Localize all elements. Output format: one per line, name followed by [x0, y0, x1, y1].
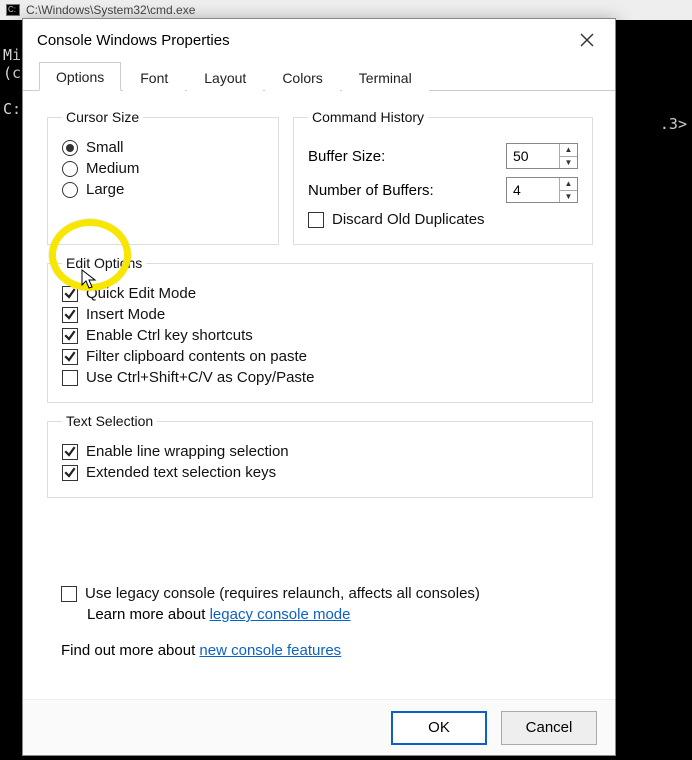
spinner-up-icon[interactable]: ▲ — [560, 144, 577, 157]
checkbox-icon — [62, 465, 78, 481]
legacy-console-link[interactable]: legacy console mode — [210, 606, 351, 623]
checkbox-label: Filter clipboard contents on paste — [86, 348, 307, 365]
radio-label: Large — [86, 181, 124, 198]
ctrl-shift-cv-checkbox[interactable]: Use Ctrl+Shift+C/V as Copy/Paste — [62, 369, 578, 386]
findout-prefix: Find out more about — [61, 642, 199, 659]
buffer-size-input[interactable] — [507, 144, 559, 168]
text-selection-legend: Text Selection — [62, 413, 157, 429]
properties-dialog: Console Windows Properties Options Font … — [22, 18, 616, 756]
checkbox-icon — [308, 212, 324, 228]
insert-mode-checkbox[interactable]: Insert Mode — [62, 306, 578, 323]
edit-options-group: Edit Options Quick Edit Mode Insert Mode… — [47, 255, 593, 403]
console-titlebar: C: C:\Windows\System32\cmd.exe — [0, 0, 692, 20]
command-history-group: Command History Buffer Size: ▲ ▼ Number … — [293, 109, 593, 245]
num-buffers-spinner[interactable]: ▲ ▼ — [506, 177, 578, 203]
console-title: C:\Windows\System32\cmd.exe — [26, 3, 195, 17]
quick-edit-mode-checkbox[interactable]: Quick Edit Mode — [62, 285, 578, 302]
tab-terminal[interactable]: Terminal — [342, 63, 429, 91]
checkbox-label: Insert Mode — [86, 306, 165, 323]
radio-icon — [62, 182, 78, 198]
tab-options[interactable]: Options — [39, 62, 121, 91]
radio-icon — [62, 161, 78, 177]
radio-label: Small — [86, 139, 124, 156]
checkbox-icon — [61, 586, 77, 602]
radio-label: Medium — [86, 160, 139, 177]
line-wrapping-checkbox[interactable]: Enable line wrapping selection — [62, 443, 578, 460]
cmd-icon: C: — [6, 4, 20, 16]
checkbox-label: Discard Old Duplicates — [332, 211, 485, 228]
discard-duplicates-checkbox[interactable]: Discard Old Duplicates — [308, 211, 578, 228]
checkbox-icon — [62, 328, 78, 344]
options-tab-content: Cursor Size Small Medium Large Command H… — [23, 91, 615, 699]
close-icon — [580, 33, 594, 47]
checkbox-icon — [62, 444, 78, 460]
command-history-legend: Command History — [308, 109, 428, 125]
tab-layout[interactable]: Layout — [187, 63, 263, 91]
dialog-title: Console Windows Properties — [37, 32, 230, 49]
spinner-down-icon[interactable]: ▼ — [560, 191, 577, 203]
legacy-console-checkbox[interactable]: Use legacy console (requires relaunch, a… — [61, 585, 581, 602]
checkbox-label: Enable Ctrl key shortcuts — [86, 327, 253, 344]
checkbox-icon — [62, 286, 78, 302]
new-console-features-link[interactable]: new console features — [199, 642, 341, 659]
ctrl-shortcuts-checkbox[interactable]: Enable Ctrl key shortcuts — [62, 327, 578, 344]
spinner-up-icon[interactable]: ▲ — [560, 178, 577, 191]
cursor-size-group: Cursor Size Small Medium Large — [47, 109, 279, 245]
console-prompt-fragment: .3> — [660, 115, 687, 133]
num-buffers-label: Number of Buffers: — [308, 182, 434, 199]
cursor-size-legend: Cursor Size — [62, 109, 143, 125]
tab-font[interactable]: Font — [123, 63, 185, 91]
checkbox-icon — [62, 307, 78, 323]
text-selection-group: Text Selection Enable line wrapping sele… — [47, 413, 593, 498]
checkbox-label: Extended text selection keys — [86, 464, 276, 481]
extended-selection-checkbox[interactable]: Extended text selection keys — [62, 464, 578, 481]
learn-more-prefix: Learn more about — [87, 606, 210, 623]
cursor-size-medium[interactable]: Medium — [62, 160, 264, 177]
dialog-button-bar: OK Cancel — [23, 699, 615, 755]
legacy-console-block: Use legacy console (requires relaunch, a… — [61, 581, 581, 623]
num-buffers-input[interactable] — [507, 178, 559, 202]
buffer-size-spinner[interactable]: ▲ ▼ — [506, 143, 578, 169]
tab-colors[interactable]: Colors — [265, 63, 339, 91]
checkbox-label: Use legacy console (requires relaunch, a… — [85, 585, 480, 602]
cursor-size-large[interactable]: Large — [62, 181, 264, 198]
close-button[interactable] — [567, 24, 607, 56]
checkbox-icon — [62, 349, 78, 365]
tab-bar: Options Font Layout Colors Terminal — [23, 61, 615, 91]
cancel-button[interactable]: Cancel — [501, 711, 597, 745]
filter-clipboard-checkbox[interactable]: Filter clipboard contents on paste — [62, 348, 578, 365]
checkbox-label: Enable line wrapping selection — [86, 443, 289, 460]
edit-options-legend: Edit Options — [62, 255, 146, 271]
checkbox-icon — [62, 370, 78, 386]
checkbox-label: Use Ctrl+Shift+C/V as Copy/Paste — [86, 369, 314, 386]
spinner-down-icon[interactable]: ▼ — [560, 157, 577, 169]
ok-button[interactable]: OK — [391, 711, 487, 745]
cursor-size-small[interactable]: Small — [62, 139, 264, 156]
radio-icon — [62, 140, 78, 156]
buffer-size-label: Buffer Size: — [308, 148, 385, 165]
dialog-titlebar: Console Windows Properties — [23, 19, 615, 61]
checkbox-label: Quick Edit Mode — [86, 285, 196, 302]
